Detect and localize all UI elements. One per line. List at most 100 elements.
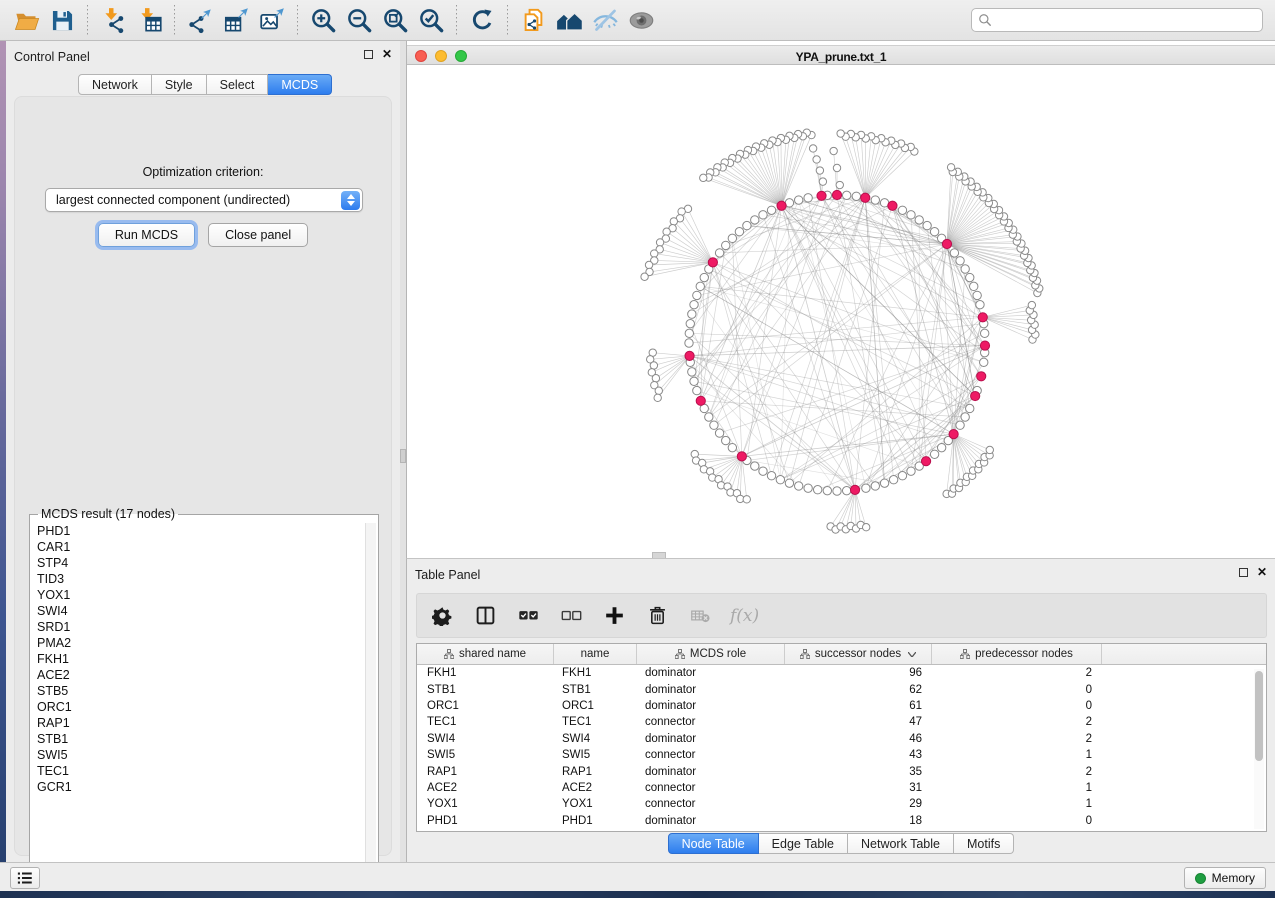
mcds-result-title: MCDS result (17 nodes) <box>38 507 178 521</box>
tab-select[interactable]: Select <box>207 74 269 95</box>
cell-name: RAP1 <box>554 766 637 778</box>
cell-MCDS-role: dominator <box>637 815 785 827</box>
function-builder-label[interactable]: f(x) <box>730 606 759 626</box>
delete-table-button[interactable] <box>687 603 713 629</box>
mcds-result-item: SWI4 <box>30 603 360 619</box>
cell-MCDS-role: dominator <box>637 733 785 745</box>
memory-button[interactable]: Memory <box>1184 867 1266 889</box>
network-graph-canvas[interactable] <box>407 65 1275 558</box>
memory-status-icon <box>1195 873 1206 884</box>
export-network-button[interactable] <box>182 3 218 37</box>
tab-network[interactable]: Network <box>78 74 152 95</box>
trash-icon <box>647 605 668 626</box>
cell-predecessor-nodes: 1 <box>932 749 1102 761</box>
columns-icon <box>475 605 496 626</box>
column-header-MCDS-role[interactable]: MCDS role <box>637 644 785 664</box>
zoom-out-button[interactable] <box>341 3 377 37</box>
create-column-button[interactable] <box>601 603 627 629</box>
table-scrollbar[interactable] <box>1254 669 1264 829</box>
cell-predecessor-nodes: 2 <box>932 667 1102 679</box>
export-table-button[interactable] <box>218 3 254 37</box>
tab-node-table[interactable]: Node Table <box>668 833 759 854</box>
desktop-wallpaper-strip <box>0 891 1275 898</box>
float-panel-icon[interactable] <box>364 50 373 59</box>
close-panel-icon[interactable]: ✕ <box>1257 568 1267 577</box>
column-header-shared-name[interactable]: shared name <box>417 644 554 664</box>
table-settings-button[interactable] <box>429 603 455 629</box>
cell-name: STB1 <box>554 684 637 696</box>
cell-shared-name: FKH1 <box>417 667 554 679</box>
import-table-button[interactable] <box>131 3 167 37</box>
control-panel: Control Panel ✕ NetworkStyleSelectMCDS O… <box>6 41 400 862</box>
list-scrollbar[interactable] <box>365 523 376 876</box>
table-row-RAP1[interactable]: RAP1RAP1dominator352 <box>417 763 1266 779</box>
cell-name: TEC1 <box>554 716 637 728</box>
first-neighbors-button[interactable] <box>551 3 587 37</box>
mcds-result-item: PHD1 <box>30 523 360 539</box>
table-scrollbar-thumb[interactable] <box>1255 671 1263 761</box>
table-row-SWI5[interactable]: SWI5SWI5connector431 <box>417 747 1266 763</box>
cell-name: SWI4 <box>554 733 637 745</box>
zoom-out-icon <box>346 7 373 34</box>
column-header-predecessor-nodes[interactable]: predecessor nodes <box>932 644 1102 664</box>
memory-label: Memory <box>1212 871 1255 885</box>
network-list-button[interactable] <box>10 867 40 889</box>
show-column-panel-button[interactable] <box>472 603 498 629</box>
select-all-rows-button[interactable] <box>515 603 541 629</box>
hide-selected-button[interactable] <box>587 3 623 37</box>
table-row-ACE2[interactable]: ACE2ACE2connector311 <box>417 780 1266 796</box>
cell-successor-nodes: 46 <box>785 733 932 745</box>
table-row-TEC1[interactable]: TEC1TEC1connector472 <box>417 714 1266 730</box>
mcds-result-item: ACE2 <box>30 667 360 683</box>
open-file-button[interactable] <box>8 3 44 37</box>
close-panel-icon[interactable]: ✕ <box>382 50 392 59</box>
cell-name: ORC1 <box>554 700 637 712</box>
cell-successor-nodes: 96 <box>785 667 932 679</box>
cell-successor-nodes: 29 <box>785 798 932 810</box>
zoom-fit-button[interactable] <box>377 3 413 37</box>
search-input[interactable] <box>997 13 1256 27</box>
unchecked-boxes-icon <box>561 605 582 626</box>
save-icon <box>49 7 76 34</box>
tab-edge-table[interactable]: Edge Table <box>759 833 848 854</box>
network-window-titlebar[interactable]: YPA_prune.txt_1 <box>407 45 1275 65</box>
zoom-selected-button[interactable] <box>413 3 449 37</box>
criterion-select[interactable]: largest connected component (undirected) <box>45 188 363 212</box>
tab-motifs[interactable]: Motifs <box>954 833 1014 854</box>
refresh-layout-button[interactable] <box>464 3 500 37</box>
table-row-YOX1[interactable]: YOX1YOX1connector291 <box>417 796 1266 812</box>
clone-network-button[interactable] <box>515 3 551 37</box>
float-panel-icon[interactable] <box>1239 568 1248 577</box>
table-row-SWI4[interactable]: SWI4SWI4dominator462 <box>417 731 1266 747</box>
gear-icon <box>432 605 453 626</box>
export-image-button[interactable] <box>254 3 290 37</box>
cell-predecessor-nodes: 2 <box>932 733 1102 745</box>
mcds-result-list: PHD1CAR1STP4TID3YOX1SWI4SRD1PMA2FKH1ACE2… <box>30 523 360 876</box>
close-panel-button[interactable]: Close panel <box>208 223 308 247</box>
table-row-STB1[interactable]: STB1STB1dominator620 <box>417 681 1266 697</box>
deselect-all-rows-button[interactable] <box>558 603 584 629</box>
table-panel-title: Table Panel <box>415 568 480 582</box>
column-header-successor-nodes[interactable]: successor nodes <box>785 644 932 664</box>
toolbar-separator <box>174 5 175 35</box>
node-table: shared namenameMCDS rolesuccessor nodesp… <box>416 643 1267 832</box>
zoom-in-button[interactable] <box>305 3 341 37</box>
cell-predecessor-nodes: 0 <box>932 684 1102 696</box>
clone-network-icon <box>520 7 547 34</box>
cell-predecessor-nodes: 2 <box>932 766 1102 778</box>
save-session-button[interactable] <box>44 3 80 37</box>
delete-column-button[interactable] <box>644 603 670 629</box>
table-row-FKH1[interactable]: FKH1FKH1dominator962 <box>417 665 1266 681</box>
column-header-name[interactable]: name <box>554 644 637 664</box>
toolbar-separator <box>507 5 508 35</box>
import-network-button[interactable] <box>95 3 131 37</box>
tab-mcds[interactable]: MCDS <box>268 74 332 95</box>
run-mcds-button[interactable]: Run MCDS <box>98 223 195 247</box>
table-row-PHD1[interactable]: PHD1PHD1dominator180 <box>417 813 1266 829</box>
table-row-ORC1[interactable]: ORC1ORC1dominator610 <box>417 698 1266 714</box>
tab-style[interactable]: Style <box>152 74 207 95</box>
show-all-button[interactable] <box>623 3 659 37</box>
status-bar: Memory <box>0 862 1275 891</box>
eye-icon <box>628 7 655 34</box>
tab-network-table[interactable]: Network Table <box>848 833 954 854</box>
